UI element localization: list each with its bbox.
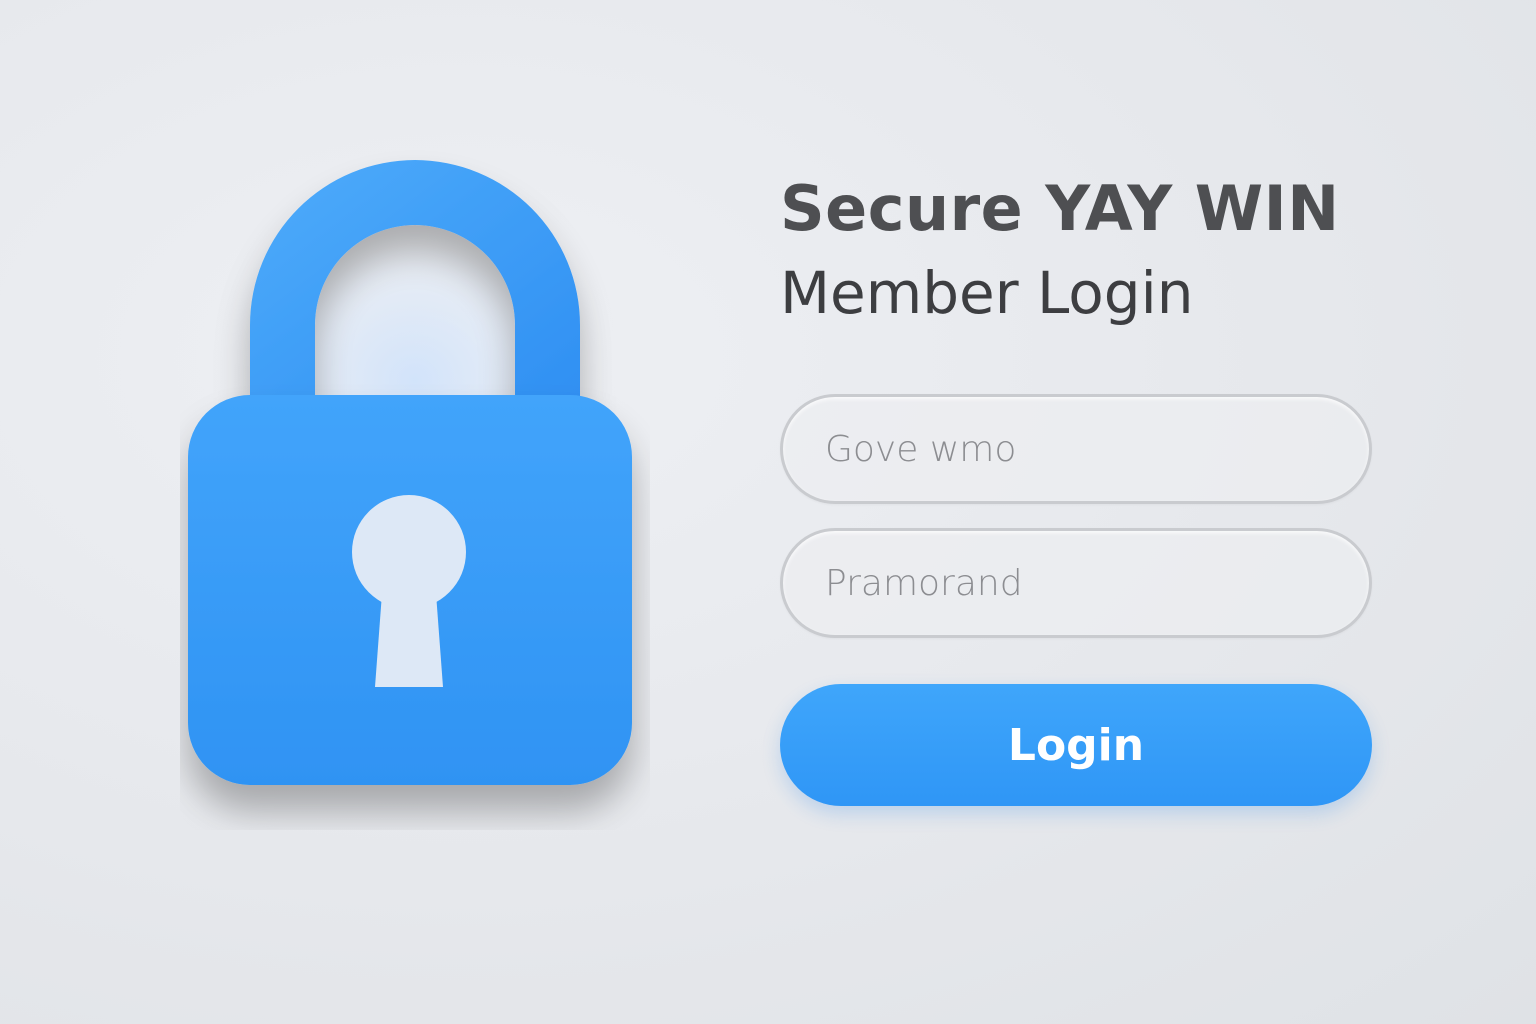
- login-panel: Secure YAY WIN Member Login Login: [780, 170, 1380, 806]
- padlock-icon: [180, 150, 650, 830]
- page-title: Secure YAY WIN: [780, 172, 1340, 245]
- password-field[interactable]: [780, 528, 1372, 638]
- page-subtitle: Member Login: [780, 259, 1194, 327]
- username-field[interactable]: [780, 394, 1372, 504]
- login-button[interactable]: Login: [780, 684, 1372, 806]
